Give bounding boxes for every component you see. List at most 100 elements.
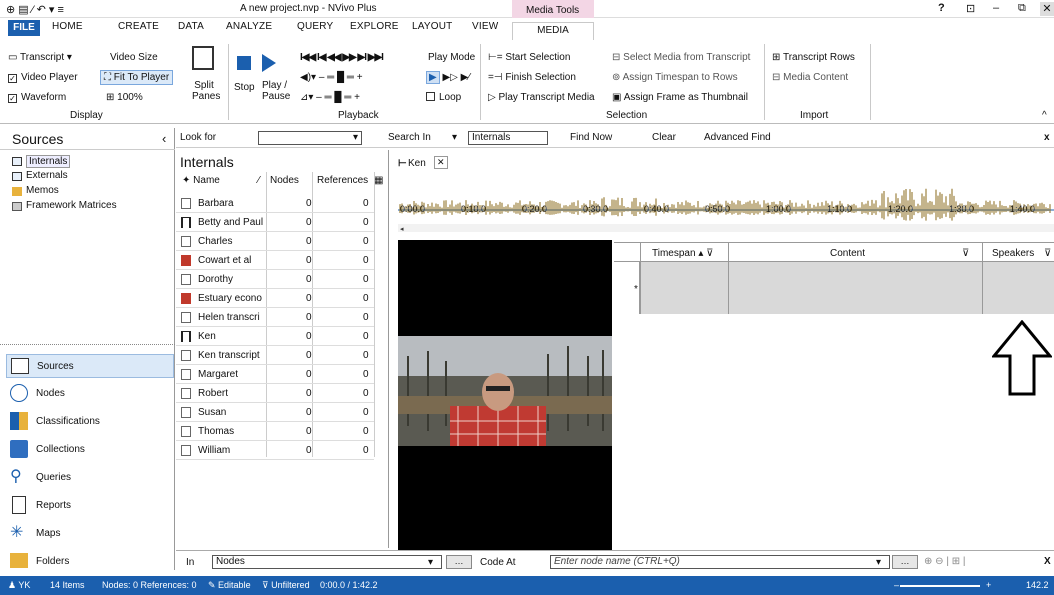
code-at-input[interactable]: Enter node name (CTRL+Q) [550, 555, 890, 569]
detail-tab-ken[interactable]: ⊢ Ken ✕ [398, 156, 458, 172]
close-coding-bar-icon[interactable]: X [1044, 556, 1051, 567]
close-find-icon[interactable]: x [1044, 132, 1050, 143]
help-icon[interactable]: ? [938, 2, 945, 14]
split-panes-button[interactable]: Split Panes [192, 80, 220, 102]
timeline-scrollbar[interactable] [398, 224, 1054, 232]
restore-icon[interactable]: ⧉ [1018, 2, 1026, 15]
zoom-out-icon[interactable]: – [894, 580, 899, 590]
clear-button[interactable]: Clear [652, 132, 676, 143]
browse-codes-button[interactable]: … [892, 555, 918, 569]
volume-slider[interactable]: ◀)▾ – ═ █ ═ + [300, 72, 363, 83]
column-chooser-icon[interactable]: ▦ [374, 175, 383, 186]
list-row[interactable]: Ken 0 0 [176, 327, 374, 346]
scroll-left-icon[interactable]: ◂ [400, 226, 404, 232]
collapse-nav-icon[interactable]: ‹ [162, 131, 166, 146]
list-row[interactable]: Margaret 0 0 [176, 365, 374, 384]
nav-tree-framework-matrices[interactable]: Framework Matrices [26, 200, 117, 211]
quick-access-toolbar[interactable]: ⊕ ▤ ⁄ ↶ ▾ ≡ [6, 3, 64, 16]
list-row[interactable]: Ken transcript 0 0 [176, 346, 374, 365]
speed-slider[interactable]: ⊿▾ – ═ █ ═ + [300, 92, 360, 103]
select-media-from-transcript-button[interactable]: ⊟ Select Media from Transcript [612, 52, 750, 63]
filter-icon[interactable]: ⊽ [962, 248, 969, 259]
nav-tree-memos[interactable]: Memos [26, 185, 59, 196]
zoom-in-icon[interactable]: + [986, 580, 991, 590]
assign-frame-button[interactable]: ▣ Assign Frame as Thumbnail [612, 92, 748, 103]
dropdown-arrow-icon[interactable]: ▾ [428, 557, 433, 568]
list-row[interactable]: Cowart et al 0 0 [176, 251, 374, 270]
content-column-header[interactable]: Content [830, 248, 865, 259]
code-uncode-icons[interactable]: ⊕ ⊖ | ⊞ | [924, 556, 965, 567]
tab-explore[interactable]: EXPLORE [350, 21, 399, 32]
name-column-header[interactable]: ✦ Name [182, 175, 220, 186]
nav-section-collections[interactable]: Collections [6, 438, 174, 462]
loop-checkbox[interactable]: Loop [426, 92, 461, 103]
fit-to-player-button[interactable]: ⛶ Fit To Player [100, 70, 174, 85]
tab-create[interactable]: CREATE [118, 21, 159, 32]
advanced-find-button[interactable]: Advanced Find [704, 132, 771, 143]
waveform-checkbox[interactable]: ✓ Waveform [8, 92, 66, 103]
list-row[interactable]: Dorothy 0 0 [176, 270, 374, 289]
transcript-rows-button[interactable]: ⊞ Transcript Rows [772, 52, 855, 63]
nav-section-sources[interactable]: Sources [6, 354, 174, 378]
zoom-slider[interactable] [900, 585, 980, 587]
list-row[interactable]: Robert 0 0 [176, 384, 374, 403]
tab-home[interactable]: HOME [52, 21, 83, 32]
tab-file[interactable]: FILE [8, 20, 40, 36]
list-row[interactable]: Betty and Paul 0 0 [176, 213, 374, 232]
references-column-header[interactable]: References [317, 175, 368, 186]
list-row[interactable]: Thomas 0 0 [176, 422, 374, 441]
transport-controls[interactable]: I◀◀ I◀ ◀◀ ▶▶ ▶I ▶▶I [300, 52, 384, 63]
search-in-dropdown-icon[interactable]: ▾ [452, 132, 457, 143]
tab-analyze[interactable]: ANALYZE [226, 21, 272, 32]
nav-section-classifications[interactable]: Classifications [6, 410, 174, 434]
assign-timespan-button[interactable]: ⊚ Assign Timespan to Rows [612, 72, 738, 83]
play-pause-button[interactable]: Play / Pause [262, 80, 292, 102]
nav-section-reports[interactable]: Reports [6, 494, 174, 518]
look-for-input[interactable]: ▾ [258, 131, 362, 145]
start-selection-button[interactable]: ⊢= Start Selection [488, 52, 570, 63]
collapse-ribbon-icon[interactable]: ^ [1042, 110, 1047, 121]
list-row[interactable]: Susan 0 0 [176, 403, 374, 422]
nav-tree-externals[interactable]: Externals [26, 170, 68, 181]
tab-layout[interactable]: LAYOUT [412, 21, 452, 32]
stop-button[interactable]: Stop [234, 82, 255, 93]
grid-new-row[interactable] [614, 262, 1054, 314]
finish-selection-button[interactable]: =⊣ Finish Selection [488, 72, 576, 83]
close-icon[interactable]: ✕ [1040, 2, 1054, 16]
media-content-button[interactable]: ⊟ Media Content [772, 72, 848, 83]
list-row[interactable]: Estuary econo 0 0 [176, 289, 374, 308]
close-tab-icon[interactable]: ✕ [434, 156, 448, 169]
tab-media[interactable]: MEDIA [512, 22, 594, 40]
filter-icon[interactable]: ⊽ [1044, 248, 1051, 259]
list-row[interactable]: William 0 0 [176, 441, 374, 460]
filter-icon[interactable]: ⊽ [706, 248, 713, 259]
list-row[interactable]: Helen transcri 0 0 [176, 308, 374, 327]
timespan-column-header[interactable]: Timespan ▴ ⊽ [652, 248, 713, 259]
nav-splitter[interactable] [0, 344, 175, 348]
tab-view[interactable]: VIEW [472, 21, 498, 32]
nav-section-folders[interactable]: Folders [6, 550, 174, 572]
audio-waveform[interactable]: 0:00.0 0:10.0 0:20.0 0:30.0 0:40.0 0:50.0 1:00… [398, 180, 1054, 232]
in-dropdown[interactable]: Nodes [212, 555, 442, 569]
browse-nodes-button[interactable]: … [446, 555, 472, 569]
speakers-column-header[interactable]: Speakers [992, 248, 1034, 259]
nav-section-queries[interactable]: ⚲ Queries [6, 466, 174, 490]
list-row[interactable]: Barbara 0 0 [176, 194, 374, 213]
nav-tree-internals[interactable]: Internals [26, 155, 71, 168]
video-player-checkbox[interactable]: ✓ Video Player [8, 72, 78, 83]
tab-query[interactable]: QUERY [297, 21, 333, 32]
minimize-icon[interactable]: – [993, 2, 999, 14]
zoom-100-button[interactable]: ⊞ 100% [106, 92, 143, 103]
nav-section-maps[interactable]: ✳ Maps [6, 522, 174, 546]
list-row[interactable]: Charles 0 0 [176, 232, 374, 251]
nodes-column-header[interactable]: Nodes [270, 175, 299, 186]
tab-data[interactable]: DATA [178, 21, 204, 32]
play-mode-buttons[interactable]: ▶ ▶▷ ▶⁄ [426, 71, 470, 84]
ribbon-display-icon[interactable]: ⊡ [966, 2, 975, 15]
find-now-button[interactable]: Find Now [570, 132, 612, 143]
transcript-dropdown[interactable]: ▭ Transcript ▾ [8, 52, 72, 63]
dropdown-arrow-icon[interactable]: ▾ [876, 557, 881, 568]
play-transcript-media-button[interactable]: ▷ Play Transcript Media [488, 92, 595, 103]
nav-section-nodes[interactable]: Nodes [6, 382, 174, 406]
search-in-field[interactable]: Internals [468, 131, 548, 145]
